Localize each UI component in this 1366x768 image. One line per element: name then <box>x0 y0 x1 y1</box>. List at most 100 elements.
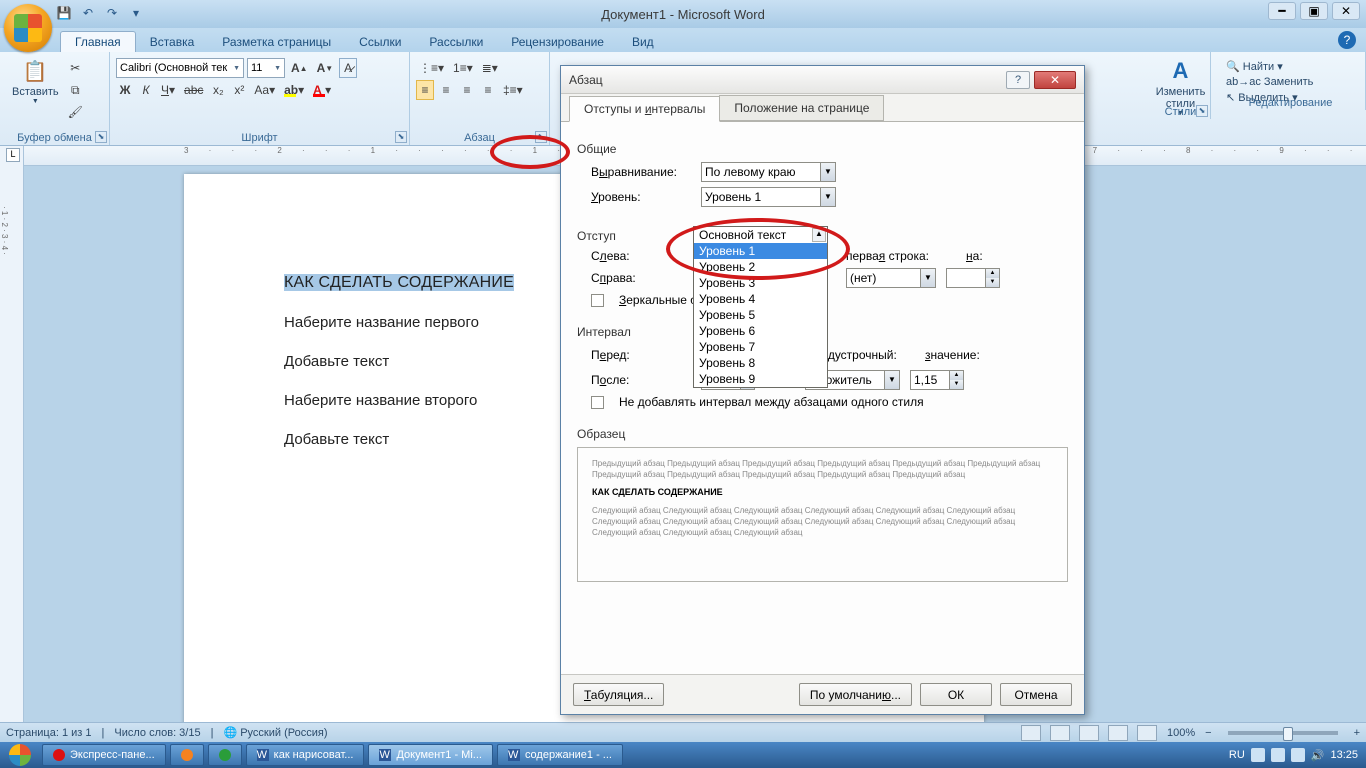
zoom-in[interactable]: + <box>1354 727 1360 739</box>
tab-references[interactable]: Ссылки <box>345 32 415 52</box>
paste-button[interactable]: 📋 Вставить ▼ <box>6 54 65 128</box>
clipboard-dialog-launcher[interactable]: ⬊ <box>95 131 107 143</box>
view-web-layout[interactable] <box>1079 725 1099 741</box>
find-button[interactable]: 🔍 Найти ▾ <box>1226 60 1355 73</box>
level-option-selected[interactable]: Уровень 1 <box>694 243 827 259</box>
mirror-indents-checkbox[interactable] <box>591 294 604 307</box>
tray-icon[interactable] <box>1271 748 1285 762</box>
shrink-font-icon[interactable]: A▼ <box>314 58 337 78</box>
zoom-slider[interactable] <box>1228 731 1338 735</box>
tab-page-layout[interactable]: Разметка страницы <box>208 32 345 52</box>
taskbar-item[interactable]: Wкак нарисоват... <box>246 744 365 766</box>
tray-clock[interactable]: 13:25 <box>1330 749 1358 761</box>
clear-formatting-icon[interactable]: A̷ <box>339 58 357 78</box>
zoom-out[interactable]: − <box>1205 727 1211 739</box>
redo-icon[interactable]: ↷ <box>103 4 121 22</box>
copy-icon[interactable]: ⧉ <box>65 80 86 100</box>
start-button[interactable] <box>0 742 40 768</box>
italic-icon[interactable]: К <box>137 80 155 100</box>
tab-mailings[interactable]: Рассылки <box>415 32 497 52</box>
strikethrough-icon[interactable]: abc <box>181 80 206 100</box>
default-button[interactable]: По умолчанию... <box>799 683 912 706</box>
zoom-level[interactable]: 100% <box>1167 727 1195 739</box>
help-icon[interactable]: ? <box>1338 31 1356 49</box>
superscript-icon[interactable]: x² <box>230 80 248 100</box>
tab-home[interactable]: Главная <box>60 31 136 52</box>
multilevel-list-icon[interactable]: ≣▾ <box>479 58 501 78</box>
special-indent-value[interactable]: ▲▼ <box>946 268 1000 288</box>
alignment-combo[interactable]: По левому краю▼ <box>701 162 836 182</box>
taskbar-item-active[interactable]: WДокумент1 - Mi... <box>368 744 492 766</box>
view-draft[interactable] <box>1137 725 1157 741</box>
styles-dialog-launcher[interactable]: ⬊ <box>1196 105 1208 117</box>
highlight-icon[interactable]: ab▾ <box>281 80 307 100</box>
bullets-icon[interactable]: ⋮≡▾ <box>416 58 447 78</box>
taskbar-item-firefox[interactable] <box>170 744 204 766</box>
align-center-icon[interactable]: ≡ <box>437 80 455 100</box>
status-page[interactable]: Страница: 1 из 1 <box>6 727 92 739</box>
replace-button[interactable]: ab→ac Заменить <box>1226 76 1355 88</box>
underline-icon[interactable]: Ч▾ <box>158 80 178 100</box>
maximize-button[interactable]: ▣ <box>1300 2 1328 20</box>
level-option[interactable]: Уровень 5 <box>694 307 827 323</box>
view-outline[interactable] <box>1108 725 1128 741</box>
status-language[interactable]: 🌐 Русский (Россия) <box>223 726 327 739</box>
bold-icon[interactable]: Ж <box>116 80 134 100</box>
tab-view[interactable]: Вид <box>618 32 668 52</box>
font-name-combo[interactable]: Calibri (Основной тек▼ <box>116 58 244 78</box>
office-button[interactable] <box>4 4 52 52</box>
change-case-icon[interactable]: Aa▾ <box>251 80 278 100</box>
dialog-help-button[interactable]: ? <box>1006 71 1030 89</box>
special-indent-combo[interactable]: (нет)▼ <box>846 268 936 288</box>
align-left-icon[interactable]: ≡ <box>416 80 434 100</box>
status-wordcount[interactable]: Число слов: 3/15 <box>114 727 200 739</box>
dialog-tab-indents[interactable]: Отступы и интервалы <box>569 96 720 122</box>
cancel-button[interactable]: Отмена <box>1000 683 1072 706</box>
outline-level-combo[interactable]: Уровень 1▼ <box>701 187 836 207</box>
taskbar-item[interactable]: Wсодержание1 - ... <box>497 744 623 766</box>
qat-customize-icon[interactable]: ▾ <box>127 4 145 22</box>
paragraph-dialog-launcher[interactable]: ⬊ <box>535 131 547 143</box>
view-full-screen[interactable] <box>1050 725 1070 741</box>
grow-font-icon[interactable]: A▲ <box>288 58 311 78</box>
outline-level-dropdown-list[interactable]: Основной текст Уровень 1 Уровень 2 Урове… <box>693 226 828 388</box>
tray-volume-icon[interactable]: 🔊 <box>1311 749 1325 762</box>
level-option[interactable]: Уровень 9 <box>694 371 827 387</box>
minimize-button[interactable]: ━ <box>1268 2 1296 20</box>
level-option[interactable]: Уровень 4 <box>694 291 827 307</box>
dialog-close-button[interactable]: ✕ <box>1034 71 1076 89</box>
ok-button[interactable]: ОК <box>920 683 992 706</box>
line-spacing-icon[interactable]: ‡≡▾ <box>500 80 526 100</box>
view-print-layout[interactable] <box>1021 725 1041 741</box>
tab-insert[interactable]: Вставка <box>136 32 209 52</box>
level-option[interactable]: Уровень 6 <box>694 323 827 339</box>
no-space-same-style-checkbox[interactable] <box>591 396 604 409</box>
level-option[interactable]: Уровень 8 <box>694 355 827 371</box>
dialog-titlebar[interactable]: Абзац ? ✕ <box>561 66 1084 94</box>
list-scroll-up-icon[interactable]: ▲ <box>812 228 826 242</box>
font-color-icon[interactable]: A▾ <box>310 80 334 100</box>
tabs-button[interactable]: Табуляция... <box>573 683 664 706</box>
taskbar-item-utorrent[interactable] <box>208 744 242 766</box>
numbering-icon[interactable]: 1≡▾ <box>450 58 476 78</box>
level-option[interactable]: Уровень 3 <box>694 275 827 291</box>
subscript-icon[interactable]: x₂ <box>209 80 227 100</box>
undo-icon[interactable]: ↶ <box>79 4 97 22</box>
align-right-icon[interactable]: ≡ <box>458 80 476 100</box>
line-spacing-value[interactable]: 1,15▲▼ <box>910 370 964 390</box>
cut-icon[interactable]: ✂ <box>65 58 86 78</box>
tray-icon[interactable] <box>1291 748 1305 762</box>
save-icon[interactable]: 💾 <box>55 4 73 22</box>
tray-icon[interactable] <box>1251 748 1265 762</box>
tab-selector[interactable]: L <box>6 148 20 162</box>
level-option[interactable]: Основной текст <box>694 227 827 243</box>
font-size-combo[interactable]: 11▼ <box>247 58 285 78</box>
tab-review[interactable]: Рецензирование <box>497 32 618 52</box>
close-button[interactable]: ✕ <box>1332 2 1360 20</box>
tray-lang[interactable]: RU <box>1229 749 1245 761</box>
font-dialog-launcher[interactable]: ⬊ <box>395 131 407 143</box>
format-painter-icon[interactable]: 🖌 <box>65 102 86 122</box>
taskbar-item[interactable]: Экспресс-пане... <box>42 744 166 766</box>
level-option[interactable]: Уровень 7 <box>694 339 827 355</box>
dialog-tab-position[interactable]: Положение на странице <box>719 95 884 121</box>
